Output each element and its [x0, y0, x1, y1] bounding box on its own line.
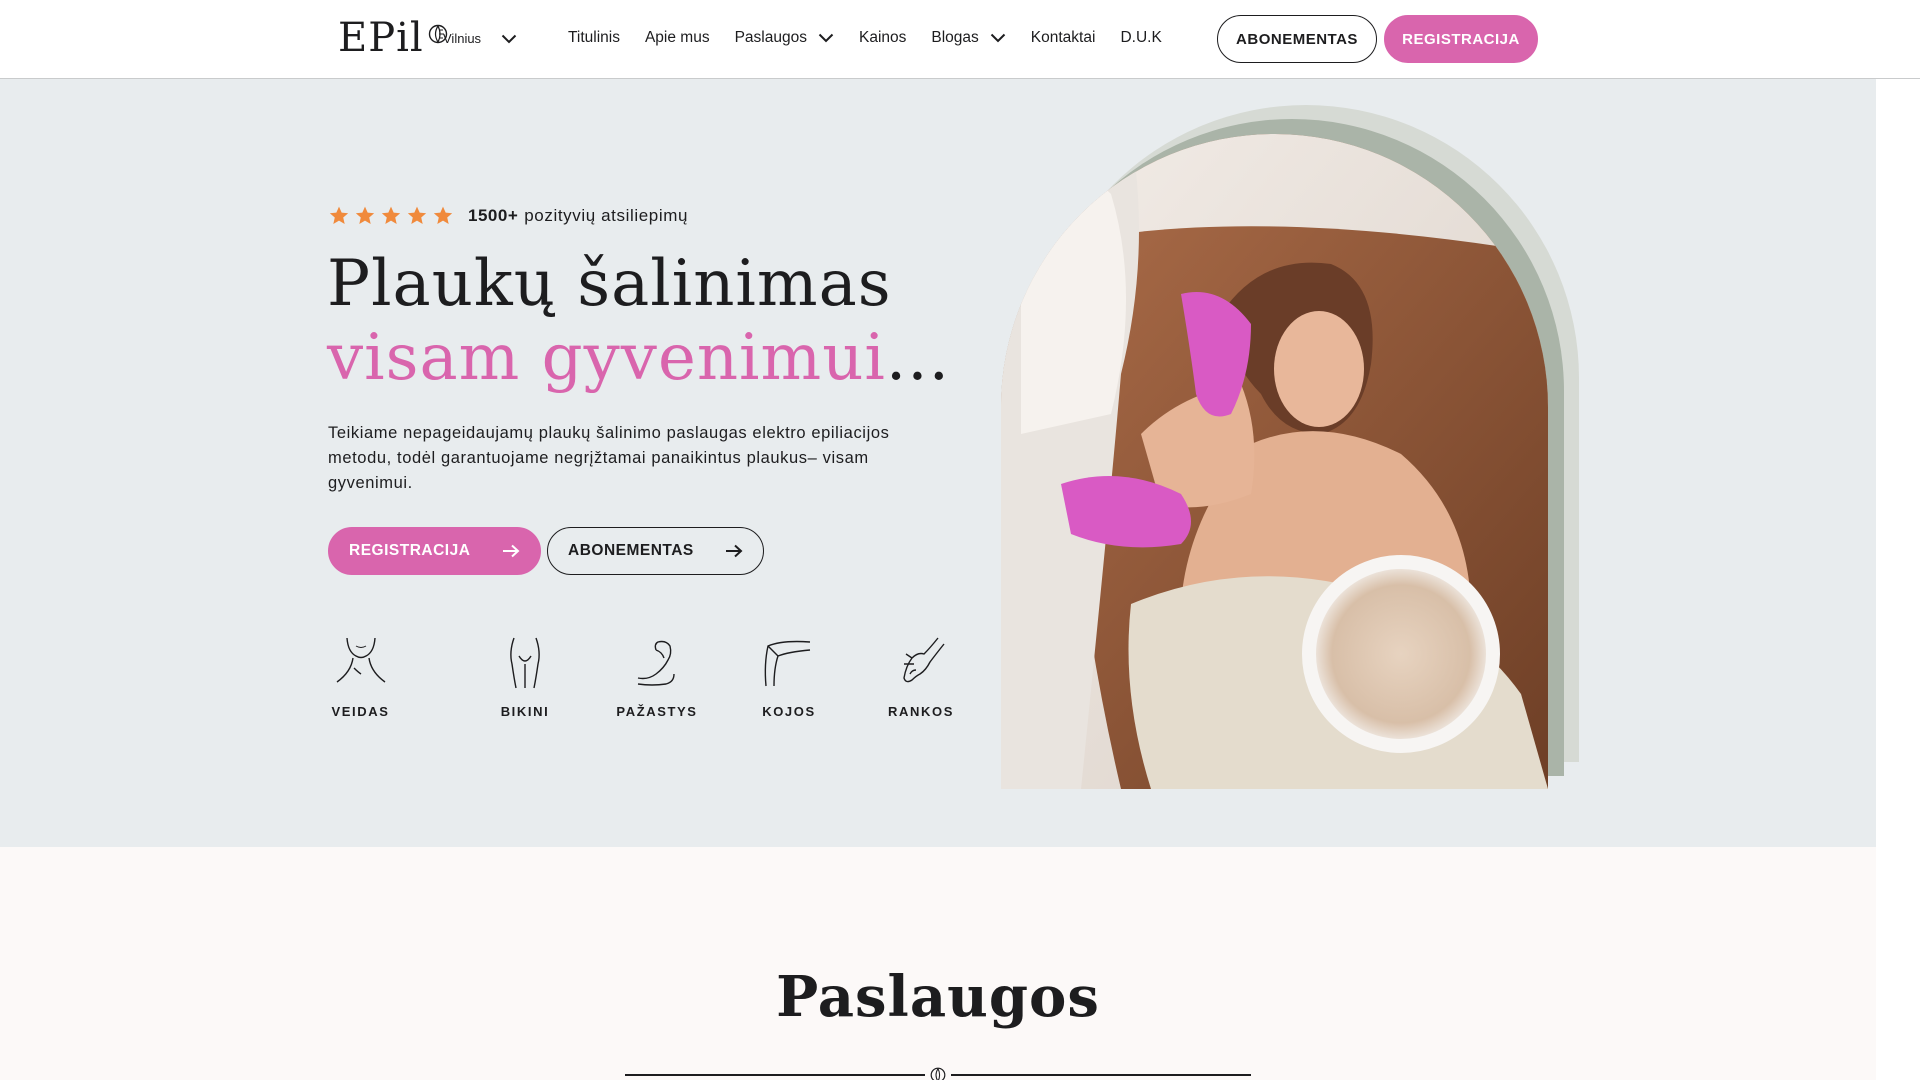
divider-line-left [625, 1074, 925, 1076]
nav-item-kontaktai[interactable]: Kontaktai [1031, 29, 1096, 47]
nav-item-blogas[interactable]: Blogas [931, 29, 1006, 47]
services-section: Paslaugos [0, 847, 1876, 1080]
main-nav: Titulinis Apie mus Paslaugos Kainos Blog… [568, 29, 1187, 47]
treatment-areas: VEIDAS BIKINI PAŽASTYS KOJOS RANKOS [328, 634, 987, 719]
area-rankos[interactable]: RANKOS [855, 634, 987, 719]
nav-item-paslaugos[interactable]: Paslaugos [735, 29, 834, 47]
hero-title-ellipsis: ... [885, 321, 950, 395]
site-header: EPil Vilnius Titulinis Apie mus Paslaugo… [0, 0, 1920, 79]
area-label: RANKOS [888, 704, 954, 719]
city-label: Vilnius [443, 31, 482, 46]
armpit-icon [637, 640, 675, 686]
hero-title: Plaukų šalinimas visam gyvenimui... [327, 247, 950, 395]
register-button[interactable]: REGISTRACIJA [1384, 15, 1538, 63]
legs-icon [764, 640, 811, 687]
arrow-right-icon [503, 544, 520, 558]
star-icon [407, 206, 427, 224]
area-veidas[interactable]: VEIDAS [328, 634, 393, 719]
star-icon [433, 206, 453, 224]
hero-title-line1: Plaukų šalinimas [327, 247, 892, 321]
logo-wordmark: EPil [338, 15, 424, 61]
nav-label: Titulinis [568, 29, 620, 46]
star-icon [381, 206, 401, 224]
hero-title-accent: visam gyvenimui [327, 321, 886, 395]
divider-line-right [951, 1074, 1251, 1076]
nav-item-titulinis[interactable]: Titulinis [568, 29, 620, 47]
hero-photo-illustration [1001, 134, 1548, 789]
chevron-down-icon [501, 34, 517, 43]
services-title: Paslaugos [776, 964, 1100, 1030]
nav-item-duk[interactable]: D.U.K [1120, 29, 1161, 47]
subscription-button[interactable]: ABONEMENTAS [1217, 15, 1377, 63]
area-label: PAŽASTYS [616, 704, 698, 719]
nav-label: Kontaktai [1030, 29, 1096, 46]
star-icon [329, 206, 349, 224]
chevron-down-icon [990, 33, 1006, 43]
nav-label: Kainos [858, 29, 907, 46]
chevron-down-icon [818, 33, 834, 43]
hero-description: Teikiame nepageidaujamų plaukų šalinimo … [328, 424, 890, 492]
nav-item-apie-mus[interactable]: Apie mus [645, 29, 710, 47]
nav-label: Paslaugos [734, 29, 807, 46]
nav-label: D.U.K [1120, 29, 1162, 46]
area-pazastys[interactable]: PAŽASTYS [591, 634, 723, 719]
nav-item-kainos[interactable]: Kainos [859, 29, 906, 47]
area-label: VEIDAS [331, 704, 390, 719]
area-label: BIKINI [500, 704, 550, 719]
logo-mark-icon [930, 1067, 946, 1080]
nav-label: Apie mus [644, 29, 710, 46]
star-icon [355, 206, 375, 224]
arrow-right-icon [726, 544, 743, 558]
reviews-text: pozityvių atsiliepimų [524, 206, 689, 225]
hero-register-label: REGISTRACIJA [349, 542, 471, 559]
city-selector[interactable]: Vilnius [443, 31, 517, 46]
reviews-count: 1500+ [468, 206, 519, 225]
bikini-icon [510, 637, 540, 689]
hero-register-button[interactable]: REGISTRACIJA [328, 527, 541, 575]
area-kojos[interactable]: KOJOS [723, 634, 855, 719]
hands-icon [903, 637, 945, 683]
hero-subscription-button[interactable]: ABONEMENTAS [547, 527, 764, 575]
hero-subscription-label: ABONEMENTAS [568, 542, 694, 559]
rating-stars [328, 205, 458, 227]
hero-section: 1500+ pozityvių atsiliepimų Plaukų šalin… [0, 79, 1876, 847]
section-divider [625, 1067, 1251, 1080]
reviews-summary: 1500+ pozityvių atsiliepimų [328, 205, 688, 227]
hero-photo [1001, 134, 1548, 789]
area-bikini[interactable]: BIKINI [459, 634, 591, 719]
nav-label: Blogas [931, 29, 979, 46]
area-label: KOJOS [762, 704, 816, 719]
logo[interactable]: EPil [338, 18, 448, 58]
face-neck-icon [336, 637, 385, 683]
